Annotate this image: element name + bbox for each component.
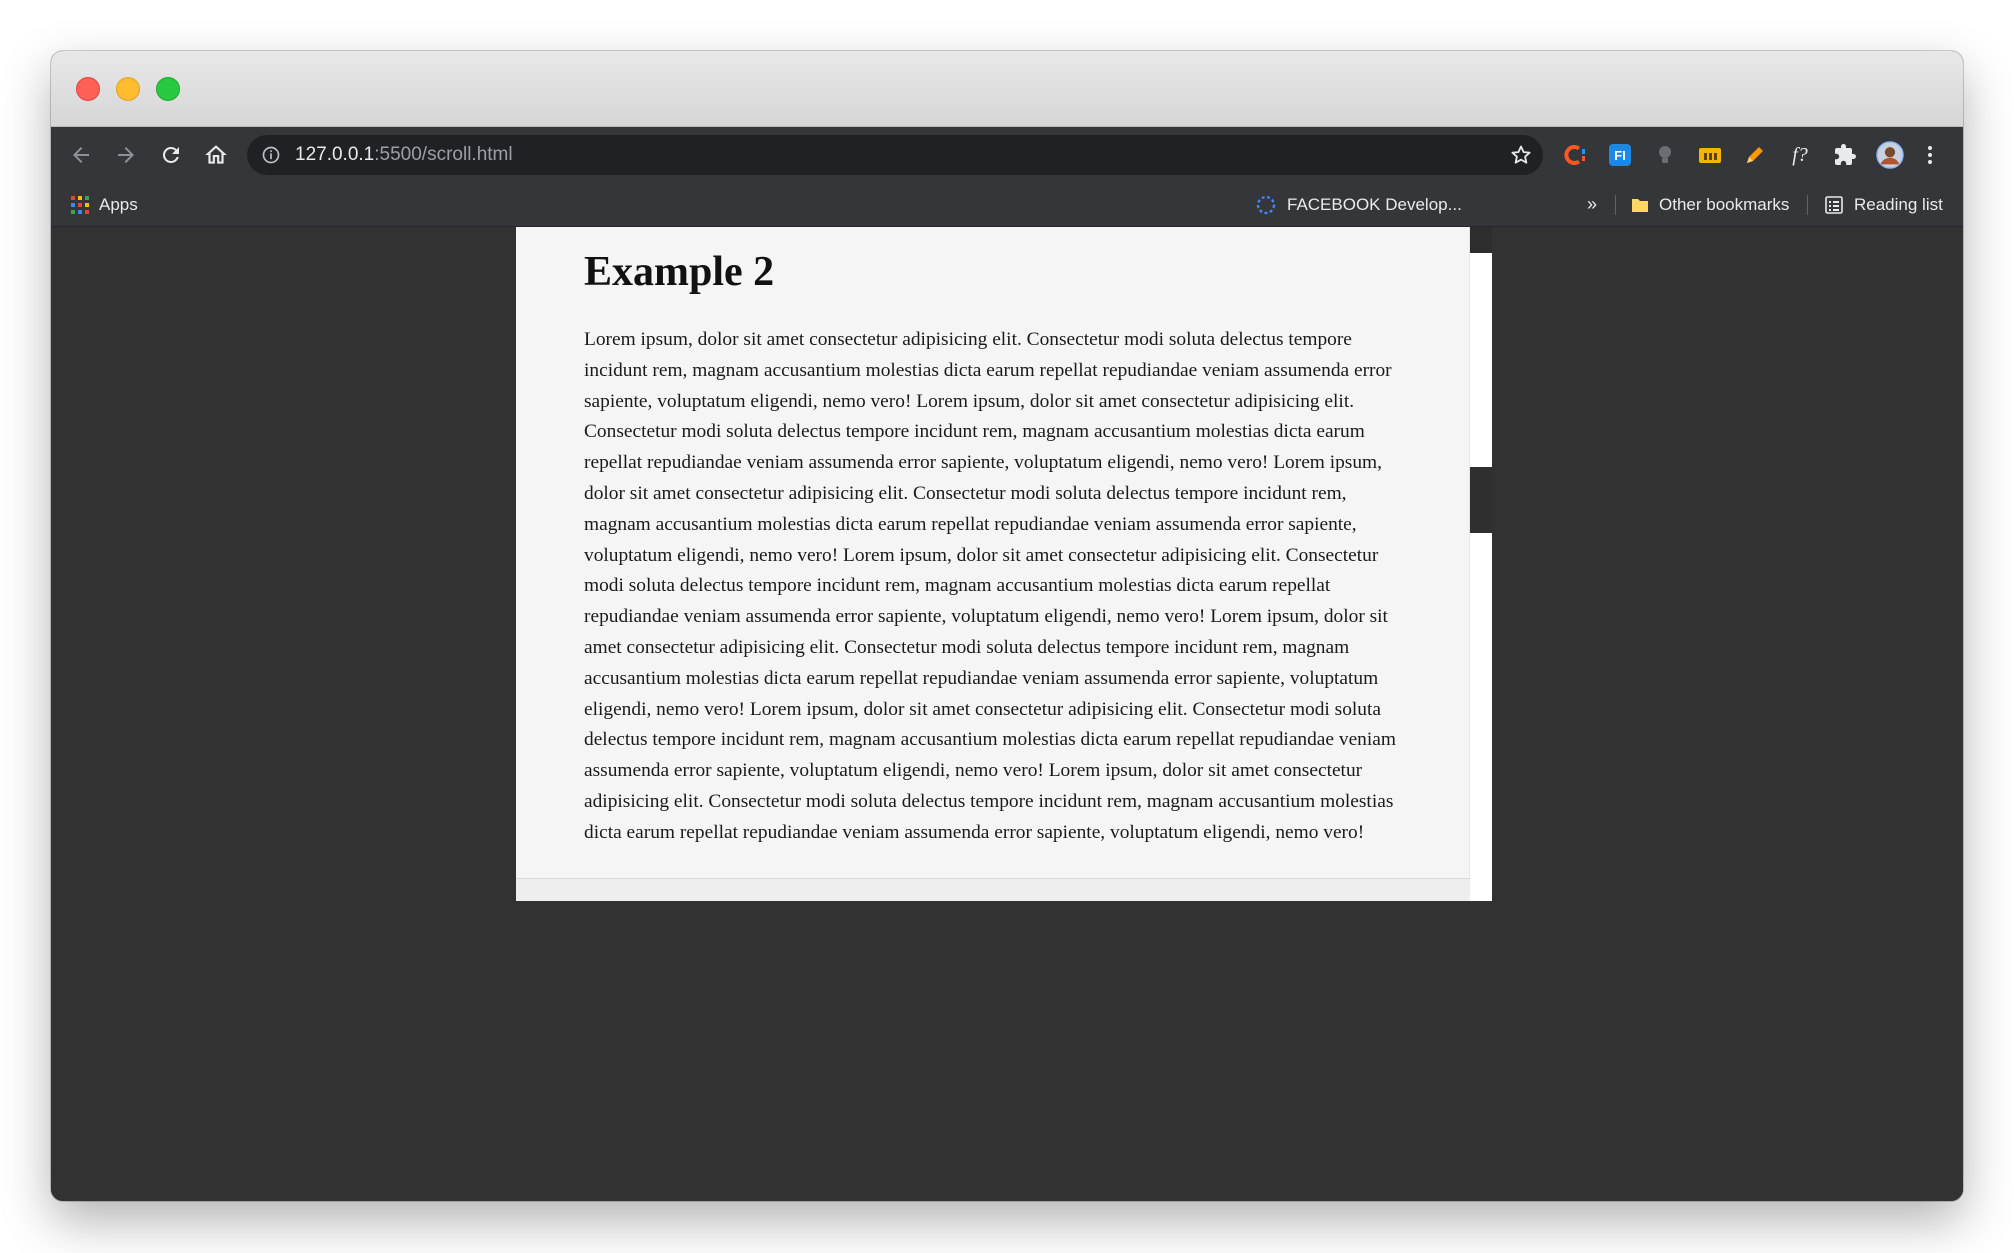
bookmarks-overflow-button[interactable]: » [1587,183,1597,226]
forward-button[interactable] [108,137,144,173]
avatar-icon [1876,141,1904,169]
apps-grid-icon [71,195,89,214]
formula-glyph: f? [1792,143,1808,166]
url-path: :5500/scroll.html [374,144,513,165]
home-icon [205,145,227,164]
minimize-window-button[interactable] [116,77,140,101]
bookmark-apps-label: Apps [99,194,138,214]
bookmark-apps[interactable]: Apps [71,183,138,226]
arrow-right-icon [118,147,134,163]
bookmark-other-label: Other bookmarks [1659,194,1790,214]
address-bar[interactable]: 127.0.0.1:5500/scroll.html [247,135,1543,175]
lorem-paragraph: Lorem ipsum, dolor sit amet consectetur … [584,329,1396,843]
grey-extension-icon[interactable] [1651,141,1679,169]
scroll-content: Example 2 Lorem ipsum, dolor sit amet co… [584,227,1404,849]
close-window-button[interactable] [76,77,100,101]
menu-icon [1928,146,1932,164]
pencil-glyph [1747,147,1763,163]
c-extension-glyph [1564,145,1585,165]
reload-icon [162,146,179,163]
browser-window: 127.0.0.1:5500/scroll.html FI f? Apps FA… [51,51,1963,1201]
folder-extension-icon[interactable] [1696,141,1724,169]
home-button[interactable] [198,137,234,173]
bookmarks-bar: Apps FACEBOOK Develop... » Other bookmar… [51,183,1963,227]
chevron-double-right-icon: » [1587,194,1598,214]
browser-toolbar: 127.0.0.1:5500/scroll.html FI f? [51,127,1963,183]
title-bar [51,51,1963,127]
browser-menu-button[interactable] [1916,141,1944,169]
info-icon[interactable] [261,145,281,165]
back-button[interactable] [63,137,99,173]
page-viewport: Example 2 Lorem ipsum, dolor sit amet co… [51,227,1963,1201]
vertical-scrollbar[interactable] [1469,227,1492,879]
fi-badge: FI [1609,144,1631,166]
bookmark-facebook[interactable]: FACEBOOK Develop... [1255,183,1462,226]
puzzle-icon [1835,144,1856,165]
extensions-puzzle-button[interactable] [1831,141,1859,169]
formula-extension-icon[interactable]: f? [1786,141,1814,169]
pencil-extension-icon[interactable] [1741,141,1769,169]
arrow-left-icon [73,147,89,163]
url-host: 127.0.0.1 [295,144,375,165]
folder-icon [1632,198,1648,212]
reading-list-icon [1825,195,1843,214]
reload-button[interactable] [153,137,189,173]
scroll-container[interactable]: Example 2 Lorem ipsum, dolor sit amet co… [516,227,1492,901]
url-text[interactable]: 127.0.0.1:5500/scroll.html [295,144,513,166]
page-heading: Example 2 [584,249,775,295]
bookmark-star-icon[interactable] [1509,143,1533,167]
fi-extension-icon[interactable]: FI [1606,141,1634,169]
scrollbar-corner [1470,879,1492,901]
c-extension-icon[interactable] [1561,141,1589,169]
bookmark-divider [1807,195,1808,215]
horizontal-scrollbar[interactable] [516,878,1470,901]
reading-list-button[interactable]: Reading list [1824,183,1943,226]
zoom-window-button[interactable] [156,77,180,101]
reading-list-label: Reading list [1854,194,1943,214]
vertical-scrollbar-thumb[interactable] [1470,467,1492,533]
bookmark-facebook-label: FACEBOOK Develop... [1287,194,1462,214]
scrollbar-up-button[interactable] [1470,227,1492,253]
bookmark-divider [1615,195,1616,215]
grey-bulb-glyph [1659,146,1671,163]
loading-spinner-icon [1256,195,1276,214]
bookmark-other[interactable]: Other bookmarks [1631,183,1789,226]
profile-avatar[interactable] [1876,141,1904,169]
folder-glyph [1699,148,1721,163]
